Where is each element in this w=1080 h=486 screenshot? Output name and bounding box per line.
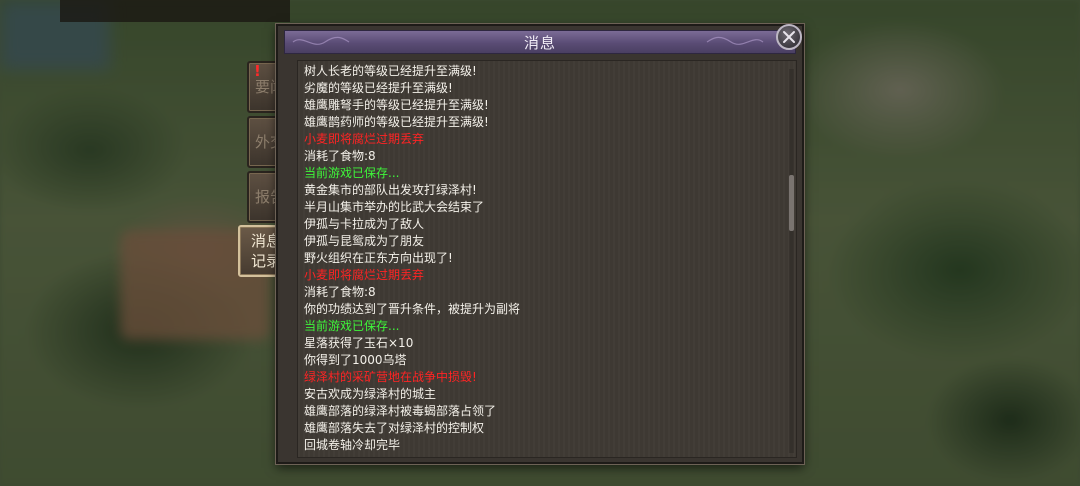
message-item: 黄金集市的部队出发攻打绿泽村! xyxy=(304,183,477,197)
message-item: 野火组织在正东方向出现了! xyxy=(304,251,453,265)
close-button[interactable] xyxy=(776,24,802,50)
message-item: 雄鹰雕弩手的等级已经提升至满级! xyxy=(304,98,489,112)
message-log-panel[interactable]: 树人长老的等级已经提升至满级! 劣魔的等级已经提升至满级! 雄鹰雕弩手的等级已经提升… xyxy=(297,60,797,458)
title-ornament-right-icon xyxy=(706,36,764,45)
alert-icon: ! xyxy=(254,62,261,80)
message-dialog: 消息 树人长老的等级已经提升至满级! 劣魔的等级已经提升至满级! 雄鹰雕弩手的等级已… xyxy=(276,24,804,464)
scrollbar-thumb[interactable] xyxy=(789,175,794,231)
message-item: 伊孤与卡拉成为了敌人 xyxy=(304,217,425,231)
close-icon xyxy=(783,31,795,43)
dialog-titlebar: 消息 xyxy=(284,30,796,54)
message-item: 伊孤与昆鸳成为了朋友 xyxy=(304,234,425,248)
message-item: 安古欢成为绿泽村的城主 xyxy=(304,387,437,401)
scrollbar[interactable] xyxy=(789,69,794,453)
message-list: 树人长老的等级已经提升至满级! 劣魔的等级已经提升至满级! 雄鹰雕弩手的等级已经提升… xyxy=(304,63,784,454)
message-item: 你的功绩达到了晋升条件，被提升为副将 xyxy=(304,302,521,316)
message-item: 雄鹰部落失去了对绿泽村的控制权 xyxy=(304,421,485,435)
message-item: 消耗了食物:8 xyxy=(304,285,376,299)
message-item: 雄鹰鹊药师的等级已经提升至满级! xyxy=(304,115,489,129)
message-item: 小麦即将腐烂过期丢弃 xyxy=(304,132,425,146)
message-item: 绿泽村的采矿营地在战争中损毁! xyxy=(304,370,477,384)
message-item: 当前游戏已保存... xyxy=(304,166,400,180)
message-item: 劣魔的等级已经提升至满级! xyxy=(304,81,453,95)
message-item: 小麦即将腐烂过期丢弃 xyxy=(304,268,425,282)
message-item: 星落获得了玉石×10 xyxy=(304,336,414,350)
message-item: 回城卷轴冷却完毕 xyxy=(304,438,401,452)
message-item: 当前游戏已保存... xyxy=(304,319,400,333)
message-item: 树人长老的等级已经提升至满级! xyxy=(304,64,477,78)
game-scene: ! 要闻 外交 报告 消息 记录 消息 树人长老的等级已经提升至满级! 劣魔的等级… xyxy=(0,0,1080,486)
message-item: 你得到了1000乌塔 xyxy=(304,353,407,367)
message-item: 半月山集市举办的比武大会结束了 xyxy=(304,200,485,214)
message-item: 消耗了食物:8 xyxy=(304,149,376,163)
message-item: 雄鹰部落的绿泽村被毒蝎部落占领了 xyxy=(304,404,497,418)
